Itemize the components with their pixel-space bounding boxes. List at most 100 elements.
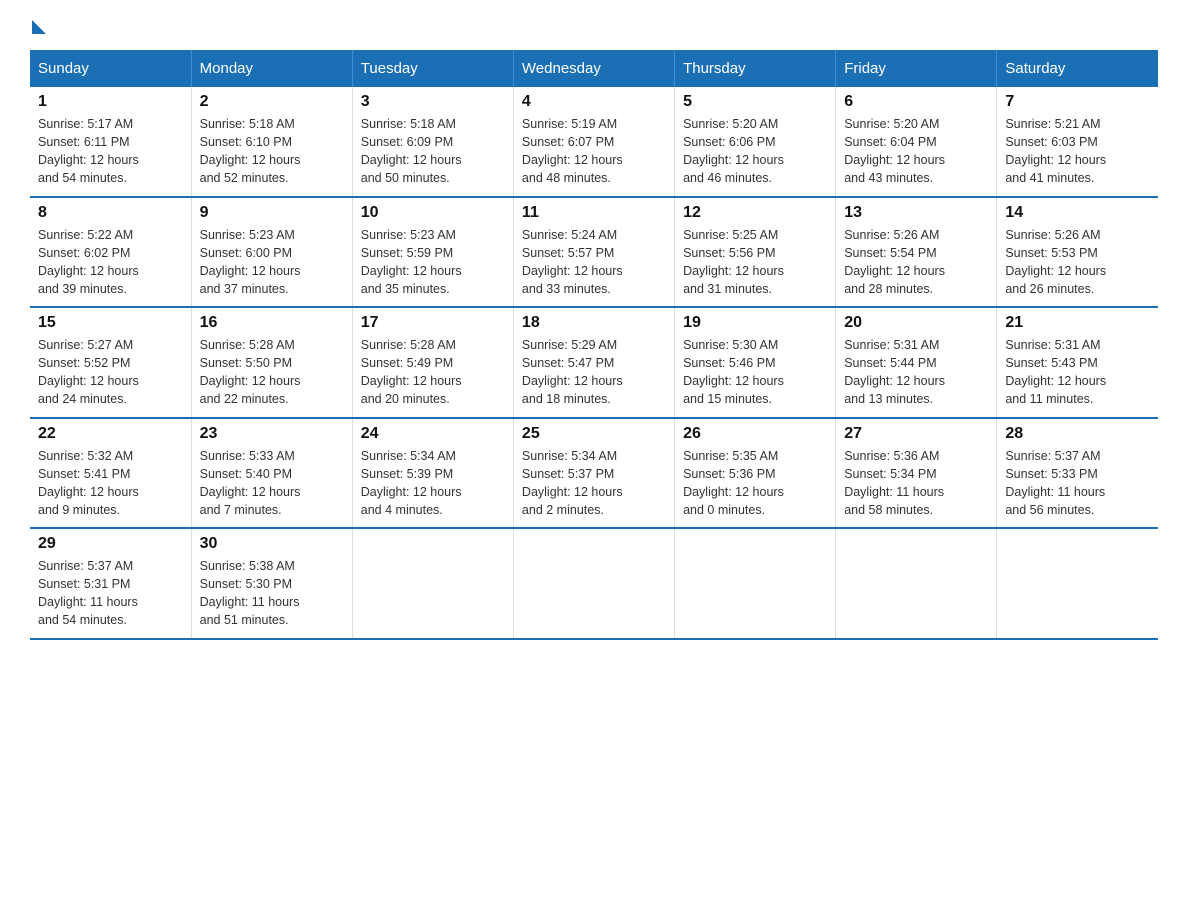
day-number: 29 <box>38 535 183 553</box>
day-info: Sunrise: 5:29 AMSunset: 5:47 PMDaylight:… <box>522 336 666 409</box>
day-info: Sunrise: 5:31 AMSunset: 5:43 PMDaylight:… <box>1005 336 1150 409</box>
day-number: 27 <box>844 425 988 443</box>
day-info: Sunrise: 5:17 AMSunset: 6:11 PMDaylight:… <box>38 115 183 188</box>
calendar-cell: 6 Sunrise: 5:20 AMSunset: 6:04 PMDaylight… <box>836 87 997 197</box>
day-number: 10 <box>361 204 505 222</box>
day-number: 18 <box>522 314 666 332</box>
calendar-cell: 25 Sunrise: 5:34 AMSunset: 5:37 PMDayligh… <box>513 418 674 529</box>
calendar-cell: 22 Sunrise: 5:32 AMSunset: 5:41 PMDayligh… <box>30 418 191 529</box>
calendar-cell: 15 Sunrise: 5:27 AMSunset: 5:52 PMDayligh… <box>30 307 191 418</box>
week-row-3: 15 Sunrise: 5:27 AMSunset: 5:52 PMDayligh… <box>30 307 1158 418</box>
day-info: Sunrise: 5:20 AMSunset: 6:06 PMDaylight:… <box>683 115 827 188</box>
col-header-tuesday: Tuesday <box>352 50 513 87</box>
calendar-cell: 21 Sunrise: 5:31 AMSunset: 5:43 PMDayligh… <box>997 307 1158 418</box>
logo-triangle-icon <box>32 20 46 34</box>
calendar-table: SundayMondayTuesdayWednesdayThursdayFrid… <box>30 50 1158 640</box>
calendar-cell: 11 Sunrise: 5:24 AMSunset: 5:57 PMDayligh… <box>513 197 674 308</box>
day-info: Sunrise: 5:22 AMSunset: 6:02 PMDaylight:… <box>38 226 183 299</box>
calendar-cell: 27 Sunrise: 5:36 AMSunset: 5:34 PMDayligh… <box>836 418 997 529</box>
col-header-thursday: Thursday <box>675 50 836 87</box>
day-info: Sunrise: 5:35 AMSunset: 5:36 PMDaylight:… <box>683 447 827 520</box>
calendar-cell: 4 Sunrise: 5:19 AMSunset: 6:07 PMDaylight… <box>513 87 674 197</box>
day-number: 21 <box>1005 314 1150 332</box>
day-info: Sunrise: 5:34 AMSunset: 5:39 PMDaylight:… <box>361 447 505 520</box>
day-info: Sunrise: 5:26 AMSunset: 5:53 PMDaylight:… <box>1005 226 1150 299</box>
day-number: 17 <box>361 314 505 332</box>
day-number: 20 <box>844 314 988 332</box>
day-info: Sunrise: 5:38 AMSunset: 5:30 PMDaylight:… <box>200 557 344 630</box>
logo <box>30 20 48 30</box>
day-info: Sunrise: 5:23 AMSunset: 6:00 PMDaylight:… <box>200 226 344 299</box>
calendar-cell: 23 Sunrise: 5:33 AMSunset: 5:40 PMDayligh… <box>191 418 352 529</box>
calendar-cell: 1 Sunrise: 5:17 AMSunset: 6:11 PMDaylight… <box>30 87 191 197</box>
calendar-cell: 9 Sunrise: 5:23 AMSunset: 6:00 PMDaylight… <box>191 197 352 308</box>
week-row-1: 1 Sunrise: 5:17 AMSunset: 6:11 PMDaylight… <box>30 87 1158 197</box>
calendar-header-row: SundayMondayTuesdayWednesdayThursdayFrid… <box>30 50 1158 87</box>
calendar-cell: 19 Sunrise: 5:30 AMSunset: 5:46 PMDayligh… <box>675 307 836 418</box>
calendar-cell: 20 Sunrise: 5:31 AMSunset: 5:44 PMDayligh… <box>836 307 997 418</box>
calendar-cell: 29 Sunrise: 5:37 AMSunset: 5:31 PMDayligh… <box>30 528 191 639</box>
col-header-friday: Friday <box>836 50 997 87</box>
day-info: Sunrise: 5:36 AMSunset: 5:34 PMDaylight:… <box>844 447 988 520</box>
day-info: Sunrise: 5:34 AMSunset: 5:37 PMDaylight:… <box>522 447 666 520</box>
day-number: 28 <box>1005 425 1150 443</box>
calendar-cell: 26 Sunrise: 5:35 AMSunset: 5:36 PMDayligh… <box>675 418 836 529</box>
day-number: 30 <box>200 535 344 553</box>
calendar-cell: 2Sunrise: 5:18 AMSunset: 6:10 PMDaylight… <box>191 87 352 197</box>
day-number: 8 <box>38 204 183 222</box>
day-info: Sunrise: 5:19 AMSunset: 6:07 PMDaylight:… <box>522 115 666 188</box>
day-number: 5 <box>683 93 827 111</box>
col-header-sunday: Sunday <box>30 50 191 87</box>
day-number: 22 <box>38 425 183 443</box>
week-row-2: 8 Sunrise: 5:22 AMSunset: 6:02 PMDaylight… <box>30 197 1158 308</box>
calendar-cell: 16 Sunrise: 5:28 AMSunset: 5:50 PMDayligh… <box>191 307 352 418</box>
day-number: 19 <box>683 314 827 332</box>
calendar-cell: 7Sunrise: 5:21 AMSunset: 6:03 PMDaylight… <box>997 87 1158 197</box>
calendar-cell: 12 Sunrise: 5:25 AMSunset: 5:56 PMDayligh… <box>675 197 836 308</box>
day-number: 23 <box>200 425 344 443</box>
day-info: Sunrise: 5:33 AMSunset: 5:40 PMDaylight:… <box>200 447 344 520</box>
day-number: 7 <box>1005 93 1150 111</box>
calendar-cell: 5 Sunrise: 5:20 AMSunset: 6:06 PMDaylight… <box>675 87 836 197</box>
calendar-cell: 13 Sunrise: 5:26 AMSunset: 5:54 PMDayligh… <box>836 197 997 308</box>
day-number: 11 <box>522 204 666 222</box>
day-number: 9 <box>200 204 344 222</box>
day-number: 26 <box>683 425 827 443</box>
calendar-cell: 3 Sunrise: 5:18 AMSunset: 6:09 PMDaylight… <box>352 87 513 197</box>
day-number: 13 <box>844 204 988 222</box>
day-number: 4 <box>522 93 666 111</box>
day-info: Sunrise: 5:37 AMSunset: 5:33 PMDaylight:… <box>1005 447 1150 520</box>
calendar-cell: 8 Sunrise: 5:22 AMSunset: 6:02 PMDaylight… <box>30 197 191 308</box>
day-number: 1 <box>38 93 183 111</box>
day-number: 16 <box>200 314 344 332</box>
calendar-cell <box>513 528 674 639</box>
col-header-saturday: Saturday <box>997 50 1158 87</box>
page-header <box>30 20 1158 30</box>
day-info: Sunrise: 5:31 AMSunset: 5:44 PMDaylight:… <box>844 336 988 409</box>
calendar-cell: 14 Sunrise: 5:26 AMSunset: 5:53 PMDayligh… <box>997 197 1158 308</box>
calendar-cell <box>997 528 1158 639</box>
day-number: 12 <box>683 204 827 222</box>
day-number: 14 <box>1005 204 1150 222</box>
day-info: Sunrise: 5:18 AMSunset: 6:09 PMDaylight:… <box>361 115 505 188</box>
day-info: Sunrise: 5:27 AMSunset: 5:52 PMDaylight:… <box>38 336 183 409</box>
day-info: Sunrise: 5:32 AMSunset: 5:41 PMDaylight:… <box>38 447 183 520</box>
day-info: Sunrise: 5:26 AMSunset: 5:54 PMDaylight:… <box>844 226 988 299</box>
week-row-4: 22 Sunrise: 5:32 AMSunset: 5:41 PMDayligh… <box>30 418 1158 529</box>
col-header-wednesday: Wednesday <box>513 50 674 87</box>
day-info: Sunrise: 5:28 AMSunset: 5:50 PMDaylight:… <box>200 336 344 409</box>
calendar-cell <box>836 528 997 639</box>
day-number: 25 <box>522 425 666 443</box>
calendar-cell <box>675 528 836 639</box>
day-info: Sunrise: 5:30 AMSunset: 5:46 PMDaylight:… <box>683 336 827 409</box>
week-row-5: 29 Sunrise: 5:37 AMSunset: 5:31 PMDayligh… <box>30 528 1158 639</box>
day-info: Sunrise: 5:25 AMSunset: 5:56 PMDaylight:… <box>683 226 827 299</box>
day-info: Sunrise: 5:37 AMSunset: 5:31 PMDaylight:… <box>38 557 183 630</box>
day-number: 15 <box>38 314 183 332</box>
day-info: Sunrise: 5:28 AMSunset: 5:49 PMDaylight:… <box>361 336 505 409</box>
day-info: Sunrise: 5:20 AMSunset: 6:04 PMDaylight:… <box>844 115 988 188</box>
calendar-cell: 10Sunrise: 5:23 AMSunset: 5:59 PMDayligh… <box>352 197 513 308</box>
day-info: Sunrise: 5:24 AMSunset: 5:57 PMDaylight:… <box>522 226 666 299</box>
day-number: 3 <box>361 93 505 111</box>
day-number: 6 <box>844 93 988 111</box>
